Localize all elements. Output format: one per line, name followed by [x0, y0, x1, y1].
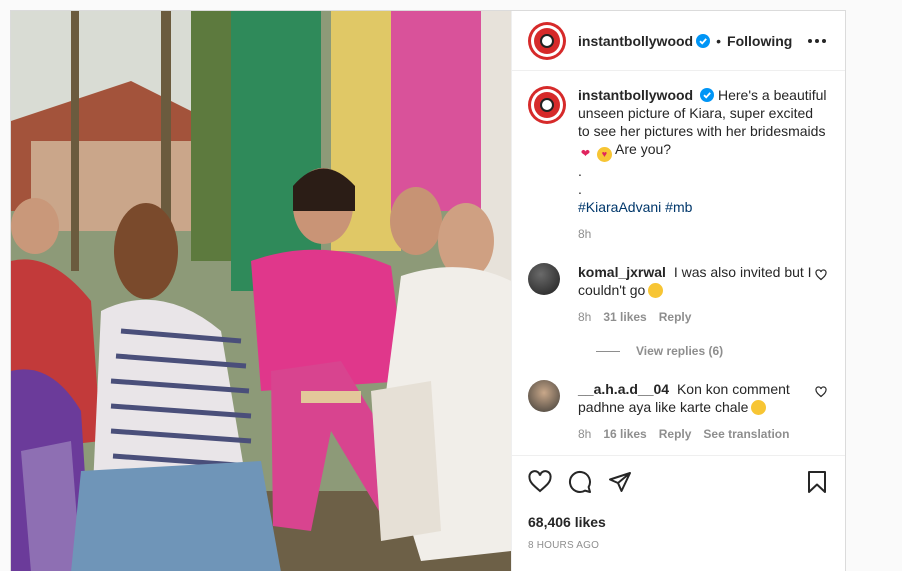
post-card: instantbollywood • Following instantboll [10, 10, 846, 571]
share-icon[interactable] [608, 470, 632, 494]
heart-eyes-emoji-icon: ♥ [596, 147, 612, 162]
commenter-avatar[interactable] [528, 263, 560, 295]
comment-likes[interactable]: 16 likes [603, 425, 646, 442]
replies-divider [596, 350, 620, 352]
caption: instantbollywood Here's a beautiful unse… [528, 86, 829, 243]
view-replies-button[interactable]: View replies (6) [596, 344, 829, 358]
verified-icon [700, 88, 715, 102]
view-replies-label[interactable]: View replies (6) [636, 344, 723, 358]
post-details-panel: instantbollywood • Following instantboll [511, 11, 845, 571]
comment-item: komal_jxrwal I was also invited but I co… [528, 263, 829, 326]
comment-username[interactable]: komal_jxrwal [578, 264, 666, 280]
post-header: instantbollywood • Following [512, 11, 845, 71]
commenter-avatar[interactable] [528, 380, 560, 412]
likes-count[interactable]: 68,406 likes [528, 514, 829, 530]
more-options-icon[interactable] [805, 31, 829, 51]
post-photo[interactable] [11, 11, 511, 571]
comment-like-heart-icon[interactable] [815, 386, 827, 398]
comment-likes[interactable]: 31 likes [603, 308, 646, 326]
caption-dot: . [578, 181, 582, 197]
separator-dot: • [716, 32, 722, 49]
account-username[interactable]: instantbollywood [578, 33, 693, 49]
red-heart-emoji-icon: ❤ [580, 148, 591, 160]
caption-question: Are you? [615, 141, 672, 157]
reply-button[interactable]: Reply [659, 425, 692, 442]
following-button[interactable]: Following [727, 33, 792, 49]
caption-username[interactable]: instantbollywood [578, 87, 693, 103]
comments-list: instantbollywood Here's a beautiful unse… [512, 72, 845, 442]
photo-illustration [11, 11, 511, 571]
comment-item: __a.h.a.d__04 Kon kon comment padhne aya… [528, 380, 829, 442]
laughing-emoji-icon [648, 283, 664, 298]
account-avatar[interactable] [528, 21, 566, 60]
post-actions: 68,406 likes 8 HOURS AGO [512, 455, 845, 571]
comment-icon[interactable] [568, 470, 592, 494]
comment-like-heart-icon[interactable] [815, 269, 827, 281]
verified-icon [696, 33, 711, 48]
comment-username[interactable]: __a.h.a.d__04 [578, 381, 669, 397]
comment-time: 8h [578, 427, 592, 441]
see-translation-button[interactable]: See translation [703, 425, 789, 442]
laughing-emoji-icon [751, 400, 767, 415]
bookmark-icon[interactable] [805, 470, 829, 494]
caption-hashtags[interactable]: #KiaraAdvani #mb [578, 198, 828, 216]
caption-avatar[interactable] [528, 86, 566, 124]
heart-icon[interactable] [528, 470, 552, 494]
reply-button[interactable]: Reply [659, 308, 692, 326]
comment-time: 8h [578, 310, 592, 324]
post-timestamp: 8 HOURS AGO [528, 540, 600, 551]
caption-dot: . [578, 163, 582, 179]
caption-time: 8h [578, 227, 592, 241]
